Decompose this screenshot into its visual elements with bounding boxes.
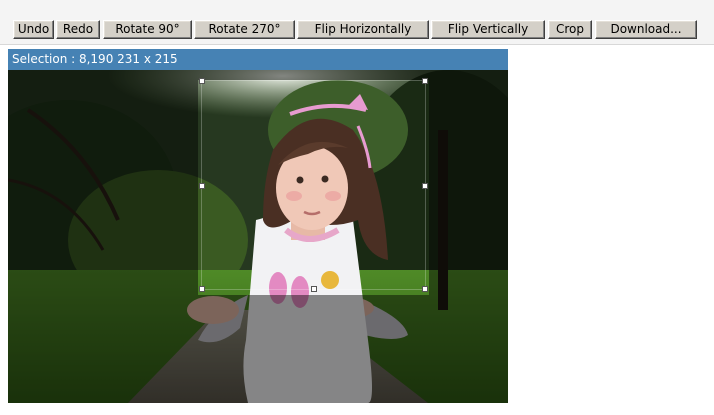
resize-handle-top-left[interactable] [199, 78, 205, 84]
flip-vertically-button[interactable]: Flip Vertically [431, 20, 545, 39]
crop-button[interactable]: Crop [548, 20, 592, 39]
dim-overlay-left [8, 80, 198, 403]
redo-button[interactable]: Redo [56, 20, 100, 39]
download-button[interactable]: Download... [595, 20, 697, 39]
resize-handle-bottom-right[interactable] [422, 286, 428, 292]
dim-overlay-right [429, 80, 508, 403]
resize-handle-bottom-center[interactable] [311, 286, 317, 292]
resize-handle-middle-right[interactable] [422, 183, 428, 189]
undo-button[interactable]: Undo [13, 20, 54, 39]
resize-handle-top-right[interactable] [422, 78, 428, 84]
selection-status-text: Selection : 8,190 231 x 215 [12, 52, 178, 66]
resize-handle-middle-left[interactable] [199, 183, 205, 189]
selection-status-bar: Selection : 8,190 231 x 215 [8, 49, 508, 70]
rotate-90-button[interactable]: Rotate 90° [103, 20, 192, 39]
crop-selection-box[interactable] [199, 78, 428, 292]
flip-horizontally-button[interactable]: Flip Horizontally [297, 20, 429, 39]
dim-overlay-bottom [198, 295, 429, 403]
toolbar: Undo Redo Rotate 90° Rotate 270° Flip Ho… [0, 0, 714, 45]
resize-handle-bottom-left[interactable] [199, 286, 205, 292]
rotate-270-button[interactable]: Rotate 270° [194, 20, 295, 39]
dim-overlay-top [8, 70, 508, 80]
